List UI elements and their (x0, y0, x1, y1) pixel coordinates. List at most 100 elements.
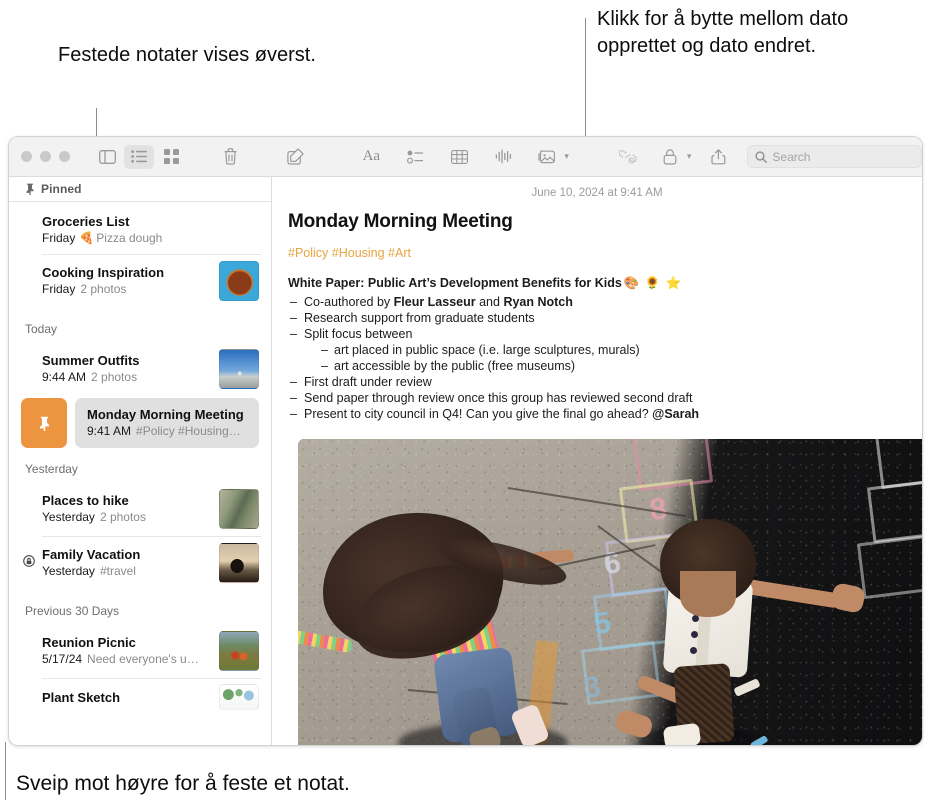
list-item: First draft under review (288, 374, 904, 390)
toolbar: Aa ▾ ▾ Search (9, 137, 922, 177)
pinned-section-header: Pinned (9, 177, 271, 202)
format-label: Aa (362, 148, 381, 164)
collaboration-tools: ▾ (613, 145, 734, 169)
bullet-text: Send paper through review once this grou… (304, 391, 693, 405)
list-item: Send paper through review once this grou… (288, 390, 904, 406)
lock-menu[interactable]: ▾ (655, 145, 692, 169)
note-tags[interactable]: #Policy #Housing #Art (288, 246, 904, 260)
note-title: Family Vacation (42, 547, 141, 562)
note-title: Groceries List (42, 214, 130, 229)
selected-note-card[interactable]: Monday Morning Meeting 9:41 AM #Policy #H… (75, 398, 259, 448)
list-item[interactable]: Cooking Inspiration Friday 2 photos (9, 254, 271, 308)
notes-app-window: Aa ▾ ▾ Search Pinned Groceries List Frid… (8, 136, 923, 746)
note-date: 9:44 AM (42, 370, 87, 384)
page-title: Monday Morning Meeting (288, 211, 513, 232)
media-menu[interactable]: ▾ (532, 145, 569, 169)
note-subtitle: Friday 🍕 Pizza dough (42, 230, 259, 247)
list-item-selected[interactable]: Monday Morning Meeting 9:41 AM #Policy #H… (9, 398, 271, 448)
note-preview: 2 photos (99, 510, 146, 524)
search-input[interactable]: Search (747, 145, 922, 168)
note-photo[interactable]: 8 6 5 3 (298, 439, 922, 745)
note-preview: 2 photos (80, 282, 127, 296)
list-item[interactable]: Plant Sketch (9, 678, 271, 712)
note-content[interactable]: Monday Morning Meeting #Policy #Housing … (272, 199, 922, 745)
note-thumbnail (219, 543, 259, 583)
trash-icon[interactable] (218, 145, 243, 169)
note-date: Yesterday (42, 564, 95, 578)
note-date-toggle[interactable]: June 10, 2024 at 9:41 AM (272, 177, 922, 199)
list-item[interactable]: Reunion Picnic 5/17/24 Need everyone's u… (9, 624, 271, 678)
group-header-today: Today (25, 322, 58, 336)
note-list-sidebar[interactable]: Pinned Groceries List Friday 🍕 Pizza dough (9, 177, 272, 745)
note-thumbnail (219, 489, 259, 529)
note-sub-bullet-list: art placed in public space (i.e. large s… (304, 342, 904, 374)
window-body: Pinned Groceries List Friday 🍕 Pizza dough (9, 177, 922, 745)
list-item[interactable]: Places to hike Yesterday 2 photos (9, 482, 271, 536)
format-Aa-icon[interactable]: Aa (356, 145, 386, 169)
note-title: Summer Outfits (42, 353, 140, 368)
note-preview: 2 photos (91, 370, 138, 384)
lock-icon[interactable] (655, 145, 685, 169)
note-subtitle: Yesterday 2 photos (42, 509, 211, 526)
maximize-button[interactable] (59, 151, 70, 162)
bullet-text: First draft under review (304, 375, 432, 389)
media-icon[interactable] (532, 145, 562, 169)
list-item[interactable]: Family Vacation Yesterday #travel (9, 536, 271, 590)
note-preview: Need everyone's u… (87, 652, 199, 666)
bullet-text: Research support from graduate students (304, 311, 535, 325)
search-icon (755, 150, 768, 163)
bullet-text: art placed in public space (i.e. large s… (334, 343, 640, 357)
note-date: 9:41 AM (87, 424, 132, 438)
gallery-view-icon[interactable] (156, 145, 186, 169)
note-heading-text: White Paper: Public Art’s Development Be… (288, 276, 622, 290)
note-detail-pane[interactable]: June 10, 2024 at 9:41 AM Monday Morning … (272, 177, 922, 745)
pin-icon (26, 183, 34, 195)
list-item: Co-authored by Fleur Lasseur and Ryan No… (288, 294, 904, 310)
note-preview: #Policy #Housing… (136, 424, 241, 438)
note-thumbnail (219, 349, 259, 389)
list-item: Research support from graduate students (288, 310, 904, 326)
close-button[interactable] (21, 151, 32, 162)
group-header-previous-30-days: Previous 30 Days (25, 604, 120, 618)
sidebar-icon[interactable] (92, 145, 122, 169)
list-item: art placed in public space (i.e. large s… (304, 342, 904, 358)
list-item: Present to city council in Q4! Can you g… (288, 406, 904, 422)
table-icon[interactable] (444, 145, 474, 169)
note-subtitle: Yesterday #travel (42, 563, 211, 580)
note-subtitle: 5/17/24 Need everyone's u… (42, 651, 211, 668)
note-bullet-list: Co-authored by Fleur Lasseur and Ryan No… (288, 294, 904, 422)
note-title: Reunion Picnic (42, 635, 136, 650)
chevron-down-icon: ▾ (564, 151, 569, 161)
list-item[interactable]: Groceries List Friday 🍕 Pizza dough (9, 206, 271, 254)
formatting-tools: Aa ▾ (356, 145, 569, 169)
note-emoji: 🍕 (79, 231, 95, 245)
audio-waveform-icon[interactable] (488, 145, 518, 169)
list-item: Split focus between art placed in public… (288, 326, 904, 374)
callout-swipe-to-pin: Sveip mot høyre for å feste et notat. (16, 772, 350, 795)
note-date: Yesterday (42, 510, 95, 524)
note-subtitle: 9:41 AM #Policy #Housing… (87, 423, 247, 440)
list-item: art accessible by the public (free museu… (304, 358, 904, 374)
note-heading-emoji: 🎨 🌻 ⭐ (623, 276, 683, 290)
list-view-icon[interactable] (124, 144, 154, 169)
link-icon[interactable] (613, 145, 643, 169)
note-preview: Pizza dough (96, 231, 163, 245)
bullet-text: Present to city council in Q4! Can you g… (304, 407, 700, 421)
share-icon[interactable] (703, 145, 733, 169)
pin-swipe-action-button[interactable] (21, 398, 67, 448)
note-date: Friday (42, 231, 76, 245)
pinned-label: Pinned (41, 182, 82, 196)
note-thumbnail (219, 261, 259, 301)
note-heading: White Paper: Public Art’s Development Be… (288, 276, 904, 291)
checklist-icon[interactable] (400, 145, 430, 169)
callout-pinned-notes: Festede notater vises øverst. (58, 44, 316, 66)
chevron-down-icon: ▾ (686, 151, 692, 161)
pin-icon (39, 416, 49, 431)
note-title: Monday Morning Meeting (87, 407, 244, 422)
list-item[interactable]: Summer Outfits 9:44 AM 2 photos (9, 342, 271, 396)
callout-leader-line-swipe (5, 742, 6, 800)
bullet-text: Co-authored by Fleur Lasseur and Ryan No… (304, 295, 573, 309)
window-controls[interactable] (9, 151, 70, 162)
minimize-button[interactable] (40, 151, 51, 162)
compose-icon[interactable] (283, 145, 308, 169)
